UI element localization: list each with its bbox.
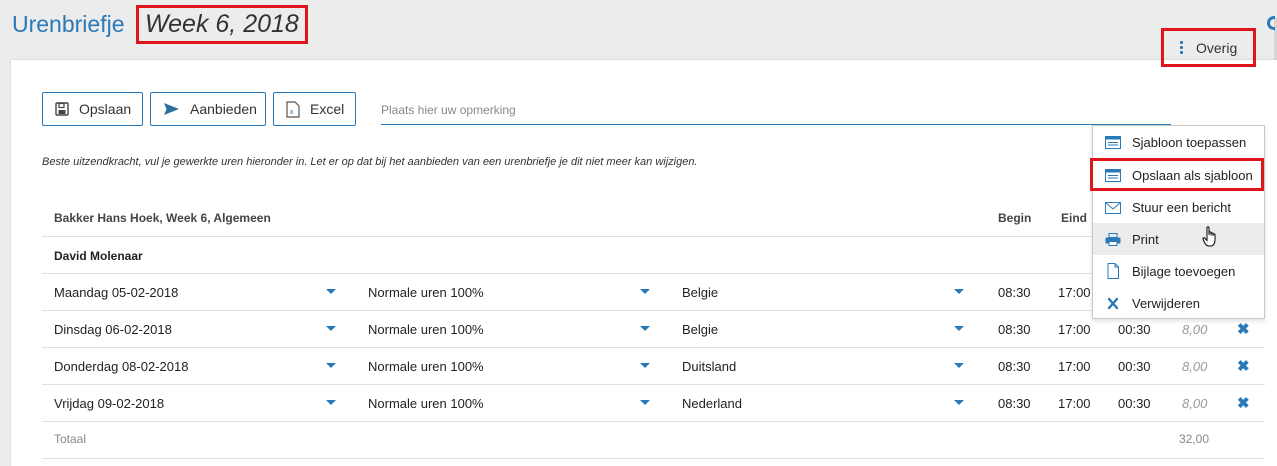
save-button[interactable]: Opslaan bbox=[42, 92, 143, 126]
pause-input[interactable]: 00:30 bbox=[1118, 348, 1151, 385]
menu-item-add-attachment[interactable]: Bijlage toevoegen bbox=[1093, 255, 1264, 287]
day-select[interactable]: Donderdag 08-02-2018 bbox=[54, 348, 188, 385]
table-row: Vrijdag 09-02-2018 Normale uren 100% Ned… bbox=[11, 385, 1277, 422]
week-label: Week 6, 2018 bbox=[136, 5, 308, 44]
hours-value: 8,00 bbox=[1182, 359, 1208, 374]
instruction-text: Beste uitzendkracht, vul je gewerkte ure… bbox=[42, 156, 698, 168]
table-row: Maandag 05-02-2018 Normale uren 100% Bel… bbox=[11, 274, 1277, 311]
chevron-down-icon[interactable] bbox=[640, 363, 650, 368]
table-row: Donderdag 08-02-2018 Normale uren 100% D… bbox=[11, 348, 1277, 385]
chevron-down-icon[interactable] bbox=[954, 400, 964, 405]
chevron-down-icon[interactable] bbox=[954, 363, 964, 368]
column-begin: Begin bbox=[998, 211, 1032, 225]
chevron-down-icon[interactable] bbox=[326, 326, 336, 331]
country-select[interactable]: Belgie bbox=[682, 274, 718, 311]
offer-label: Aanbieden bbox=[190, 101, 257, 117]
svg-text:x: x bbox=[290, 108, 294, 116]
chevron-down-icon[interactable] bbox=[326, 289, 336, 294]
menu-item-apply-template[interactable]: Sjabloon toepassen bbox=[1093, 126, 1264, 158]
menu-item-delete[interactable]: Verwijderen bbox=[1093, 287, 1264, 319]
divider bbox=[42, 458, 1265, 459]
hour-type-select[interactable]: Normale uren 100% bbox=[368, 311, 484, 348]
envelope-icon bbox=[1105, 201, 1121, 214]
end-time-input[interactable]: 17:00 bbox=[1058, 348, 1091, 385]
menu-item-label: Bijlage toevoegen bbox=[1132, 263, 1236, 279]
pause-input[interactable]: 00:30 bbox=[1118, 385, 1151, 422]
delete-row-icon[interactable]: ✖ bbox=[1237, 396, 1250, 411]
hour-type-select[interactable]: Normale uren 100% bbox=[368, 348, 484, 385]
end-time-input[interactable]: 17:00 bbox=[1058, 385, 1091, 422]
hours-value: 8,00 bbox=[1182, 396, 1208, 411]
template-icon bbox=[1105, 135, 1121, 149]
more-menu: Sjabloon toepassen Opslaan als sjabloon … bbox=[1092, 125, 1265, 319]
chevron-down-icon[interactable] bbox=[954, 289, 964, 294]
employee-name: David Molenaar bbox=[54, 249, 143, 263]
chevron-down-icon[interactable] bbox=[640, 326, 650, 331]
day-select[interactable]: Dinsdag 06-02-2018 bbox=[54, 311, 172, 348]
country-select[interactable]: Duitsland bbox=[682, 348, 736, 385]
total-label: Totaal bbox=[54, 432, 87, 446]
hour-type-select[interactable]: Normale uren 100% bbox=[368, 274, 484, 311]
hour-type-select[interactable]: Normale uren 100% bbox=[368, 385, 484, 422]
timesheet-card: Opslaan Aanbieden x Excel Plaats hier uw… bbox=[11, 60, 1277, 466]
day-select[interactable]: Vrijdag 09-02-2018 bbox=[54, 385, 164, 422]
remark-input[interactable]: Plaats hier uw opmerking bbox=[381, 97, 1171, 125]
hand-pointer-icon bbox=[1202, 226, 1216, 247]
chevron-down-icon[interactable] bbox=[640, 289, 650, 294]
country-select[interactable]: Belgie bbox=[682, 311, 718, 348]
table-row: Dinsdag 06-02-2018 Normale uren 100% Bel… bbox=[11, 311, 1277, 348]
more-label: Overig bbox=[1196, 39, 1238, 56]
chevron-down-icon[interactable] bbox=[326, 400, 336, 405]
save-label: Opslaan bbox=[79, 101, 132, 117]
printer-icon bbox=[1105, 232, 1121, 246]
chevron-down-icon[interactable] bbox=[640, 400, 650, 405]
floppy-icon bbox=[55, 102, 69, 116]
template-icon bbox=[1105, 168, 1121, 182]
excel-button[interactable]: x Excel bbox=[273, 92, 356, 126]
divider bbox=[42, 236, 1265, 237]
more-vertical-icon bbox=[1180, 41, 1183, 54]
begin-time-input[interactable]: 08:30 bbox=[998, 311, 1031, 348]
menu-item-label: Verwijderen bbox=[1132, 295, 1200, 311]
chevron-down-icon[interactable] bbox=[326, 363, 336, 368]
excel-label: Excel bbox=[310, 101, 345, 117]
total-value: 32,00 bbox=[1179, 432, 1210, 446]
begin-time-input[interactable]: 08:30 bbox=[998, 385, 1031, 422]
page-title: Urenbriefje bbox=[12, 11, 125, 37]
begin-time-input[interactable]: 08:30 bbox=[998, 348, 1031, 385]
group-title: Bakker Hans Hoek, Week 6, Algemeen bbox=[54, 211, 271, 225]
document-icon bbox=[1107, 263, 1119, 279]
menu-item-send-message[interactable]: Stuur een bericht bbox=[1093, 191, 1264, 223]
end-time-input[interactable]: 17:00 bbox=[1058, 311, 1091, 348]
menu-item-label: Print bbox=[1132, 231, 1159, 247]
more-button[interactable]: Overig bbox=[1161, 28, 1256, 67]
close-icon bbox=[1107, 297, 1119, 309]
menu-item-print[interactable]: Print bbox=[1093, 223, 1264, 255]
title-bar: Urenbriefje Week 6, 2018 bbox=[0, 0, 1277, 66]
help-icon[interactable] bbox=[1267, 16, 1275, 30]
menu-item-label: Stuur een bericht bbox=[1132, 199, 1232, 215]
begin-time-input[interactable]: 08:30 bbox=[998, 274, 1031, 311]
delete-row-icon[interactable]: ✖ bbox=[1237, 359, 1250, 374]
menu-item-label: Sjabloon toepassen bbox=[1132, 134, 1247, 150]
excel-icon: x bbox=[286, 100, 300, 118]
end-time-input[interactable]: 17:00 bbox=[1058, 274, 1091, 311]
send-icon bbox=[164, 103, 179, 115]
delete-row-icon[interactable]: ✖ bbox=[1237, 322, 1250, 337]
menu-item-save-template[interactable]: Opslaan als sjabloon bbox=[1093, 159, 1264, 191]
country-select[interactable]: Nederland bbox=[682, 385, 742, 422]
menu-item-label: Opslaan als sjabloon bbox=[1132, 167, 1253, 183]
column-end: Eind bbox=[1061, 211, 1087, 225]
day-select[interactable]: Maandag 05-02-2018 bbox=[54, 274, 178, 311]
chevron-down-icon[interactable] bbox=[954, 326, 964, 331]
offer-button[interactable]: Aanbieden bbox=[150, 92, 266, 126]
divider bbox=[42, 421, 1265, 422]
